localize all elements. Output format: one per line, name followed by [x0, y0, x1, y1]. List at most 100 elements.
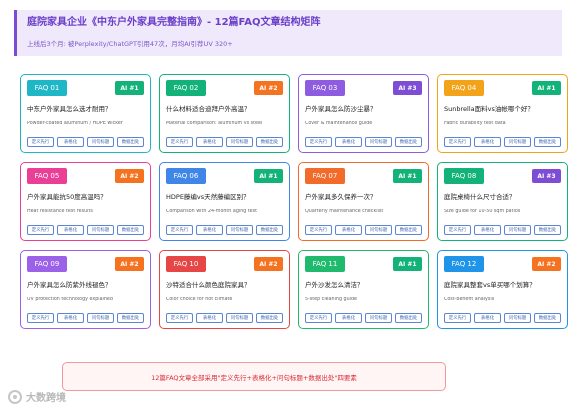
- tag-chip: 数据出处: [534, 137, 561, 147]
- ai-rank-badge: AI #1: [254, 169, 283, 183]
- faq-question: 户外沙发怎么清洁？: [305, 281, 364, 289]
- faq-card[interactable]: FAQ 07 AI #1 户外家具多久保养一次？ Quarterly maintena…: [298, 162, 429, 241]
- faq-card[interactable]: FAQ 03 AI #3 户外家具怎么防沙尘暴？ Cover & maintenanc…: [298, 74, 429, 153]
- faq-card[interactable]: FAQ 04 AI #1 Sunbrella面料vs油帐哪个好？ Fabric dur…: [437, 74, 568, 153]
- faq-question: 户外家具怎么防紫外线褪色？: [27, 281, 112, 289]
- tag-chip: 表格化: [335, 225, 362, 235]
- tag-chip: 问句标题: [365, 313, 392, 323]
- faq-detail: 5-step cleaning guide: [305, 297, 357, 302]
- tag-chip: 数据出处: [117, 137, 144, 147]
- tag-chip: 表格化: [196, 137, 223, 147]
- faq-question: HDPE藤编vs天然藤编区别？: [166, 193, 250, 201]
- tag-chip: 定义先行: [305, 225, 332, 235]
- card-header: FAQ 05 AI #2: [27, 168, 144, 184]
- faq-detail: Cost-benefit analysis: [444, 297, 495, 302]
- card-header: FAQ 08 AI #3: [444, 168, 561, 184]
- faq-detail: Size guide for 10-50 sqm patios: [444, 209, 521, 214]
- ai-rank-badge: AI #3: [532, 169, 561, 183]
- tag-chip: 表格化: [57, 313, 84, 323]
- tag-chip: 问句标题: [87, 225, 114, 235]
- tag-chip: 问句标题: [504, 137, 531, 147]
- tag-chip: 表格化: [196, 225, 223, 235]
- header-banner: 庭院家具企业《中东户外家具完整指南》- 12篇FAQ文章结构矩阵 上线后3个月:…: [14, 10, 562, 56]
- faq-card[interactable]: FAQ 09 AI #2 户外家具怎么防紫外线褪色？ UV protection te…: [20, 250, 151, 329]
- tag-chip: 数据出处: [395, 137, 422, 147]
- tag-chip: 问句标题: [504, 225, 531, 235]
- tag-chip: 问句标题: [365, 137, 392, 147]
- tag-row: 定义先行 表格化 问句标题 数据出处: [444, 225, 561, 235]
- tag-chip: 表格化: [57, 137, 84, 147]
- faq-label-badge: FAQ 12: [444, 256, 484, 272]
- tag-chip: 表格化: [474, 225, 501, 235]
- ai-rank-badge: AI #2: [254, 257, 283, 271]
- faq-question: 沙特适合什么颜色庭院家具？: [166, 281, 251, 289]
- tag-row: 定义先行 表格化 问句标题 数据出处: [305, 225, 422, 235]
- faq-label-badge: FAQ 10: [166, 256, 206, 272]
- ai-rank-badge: AI #1: [532, 81, 561, 95]
- faq-label-badge: FAQ 09: [27, 256, 67, 272]
- card-header: FAQ 06 AI #1: [166, 168, 283, 184]
- tag-chip: 数据出处: [395, 313, 422, 323]
- tag-row: 定义先行 表格化 问句标题 数据出处: [166, 225, 283, 235]
- footer-note-text: 12篇FAQ文章全部采用"定义先行+表格化+问句标题+数据出处"四要素: [151, 373, 357, 382]
- tag-chip: 数据出处: [256, 225, 283, 235]
- ai-rank-badge: AI #2: [254, 81, 283, 95]
- tag-chip: 定义先行: [444, 225, 471, 235]
- faq-label-badge: FAQ 07: [305, 168, 345, 184]
- faq-detail: Color choice for hot climate: [166, 297, 233, 302]
- faq-question: 什么材料适合迪拜户外高温？: [166, 105, 251, 113]
- tag-chip: 数据出处: [534, 313, 561, 323]
- tag-row: 定义先行 表格化 问句标题 数据出处: [444, 313, 561, 323]
- tag-chip: 定义先行: [166, 313, 193, 323]
- faq-card[interactable]: FAQ 10 AI #2 沙特适合什么颜色庭院家具？ Color choice for…: [159, 250, 290, 329]
- faq-label-badge: FAQ 03: [305, 80, 345, 96]
- tag-row: 定义先行 表格化 问句标题 数据出处: [305, 137, 422, 147]
- tag-row: 定义先行 表格化 问句标题 数据出处: [27, 137, 144, 147]
- page-title: 庭院家具企业《中东户外家具完整指南》- 12篇FAQ文章结构矩阵: [27, 17, 321, 28]
- faq-label-badge: FAQ 08: [444, 168, 484, 184]
- tag-chip: 表格化: [57, 225, 84, 235]
- tag-chip: 问句标题: [226, 137, 253, 147]
- faq-detail: Material comparison: aluminum vs steel: [166, 121, 263, 126]
- faq-card[interactable]: FAQ 02 AI #2 什么材料适合迪拜户外高温？ Material compari…: [159, 74, 290, 153]
- faq-card[interactable]: FAQ 11 AI #1 户外沙发怎么清洁？ 5-step cleaning guid…: [298, 250, 429, 329]
- tag-chip: 数据出处: [534, 225, 561, 235]
- tag-chip: 表格化: [474, 137, 501, 147]
- card-header: FAQ 04 AI #1: [444, 80, 561, 96]
- faq-question: 庭院家具整套vs单买哪个划算？: [444, 281, 536, 289]
- faq-detail: Cover & maintenance guide: [305, 121, 373, 126]
- tag-row: 定义先行 表格化 问句标题 数据出处: [166, 137, 283, 147]
- faq-question: 户外家具怎么防沙尘暴？: [305, 105, 377, 113]
- faq-card[interactable]: FAQ 06 AI #1 HDPE藤编vs天然藤编区别？ Comparison wit…: [159, 162, 290, 241]
- faq-question: 中东户外家具怎么选才耐用？: [27, 105, 112, 113]
- faq-card[interactable]: FAQ 01 AI #1 中东户外家具怎么选才耐用？ Powder-coated al…: [20, 74, 151, 153]
- watermark: 大数跨境: [8, 389, 66, 404]
- tag-chip: 定义先行: [27, 225, 54, 235]
- card-header: FAQ 01 AI #1: [27, 80, 144, 96]
- watermark-text: 大数跨境: [26, 393, 66, 404]
- card-header: FAQ 12 AI #2: [444, 256, 561, 272]
- tag-chip: 数据出处: [395, 225, 422, 235]
- faq-card[interactable]: FAQ 08 AI #3 庭院桌椅什么尺寸合适？ Size guide for 10-…: [437, 162, 568, 241]
- faq-detail: Fabric durability test data: [444, 121, 506, 126]
- footer-note: 12篇FAQ文章全部采用"定义先行+表格化+问句标题+数据出处"四要素: [62, 362, 446, 391]
- card-header: FAQ 03 AI #3: [305, 80, 422, 96]
- tag-chip: 数据出处: [117, 313, 144, 323]
- tag-chip: 定义先行: [27, 313, 54, 323]
- tag-chip: 表格化: [474, 313, 501, 323]
- faq-card[interactable]: FAQ 05 AI #2 户外家具能抗50度高温吗？ Heat resistance …: [20, 162, 151, 241]
- faq-label-badge: FAQ 04: [444, 80, 484, 96]
- tag-chip: 问句标题: [365, 225, 392, 235]
- tag-chip: 表格化: [196, 313, 223, 323]
- tag-chip: 定义先行: [305, 137, 332, 147]
- ai-rank-badge: AI #2: [532, 257, 561, 271]
- ai-rank-badge: AI #2: [115, 257, 144, 271]
- faq-label-badge: FAQ 05: [27, 168, 67, 184]
- faq-question: 户外家具多久保养一次？: [305, 193, 377, 201]
- tag-row: 定义先行 表格化 问句标题 数据出处: [305, 313, 422, 323]
- tag-chip: 数据出处: [256, 313, 283, 323]
- faq-card[interactable]: FAQ 12 AI #2 庭院家具整套vs单买哪个划算？ Cost-benefit a…: [437, 250, 568, 329]
- tag-chip: 问句标题: [226, 225, 253, 235]
- ai-rank-badge: AI #1: [393, 257, 422, 271]
- faq-question: 户外家具能抗50度高温吗？: [27, 193, 107, 201]
